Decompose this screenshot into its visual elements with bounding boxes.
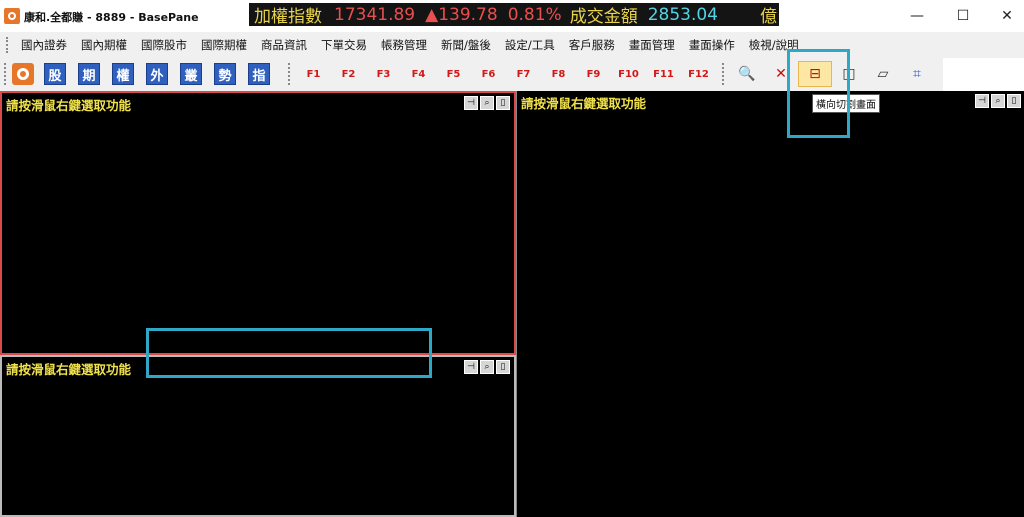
pane-title: 請按滑鼠右鍵選取功能 [6, 98, 132, 113]
f8-button[interactable]: F8 [541, 69, 576, 80]
f5-button[interactable]: F5 [436, 69, 471, 80]
pane-buttons: ⊣ ⌕ ▯ [973, 94, 1021, 108]
zoom-icon[interactable]: 🔍 [730, 61, 764, 87]
search-icon[interactable]: ⌕ [991, 94, 1005, 108]
menu-domestic-futures-options[interactable]: 國內期權 [74, 37, 134, 53]
window-title: 康和.全都賺 - 8889 - BasePane [24, 11, 199, 24]
toolbar-separator [288, 63, 292, 85]
crop-icon[interactable]: ⌗ [900, 61, 934, 87]
ticker-volume-value: 2853.04 [647, 4, 719, 25]
search-icon[interactable]: ⌕ [480, 96, 494, 110]
pin-icon[interactable]: ⊣ [975, 94, 989, 108]
menu-domestic-securities[interactable]: 國內證券 [14, 37, 74, 53]
pane-right[interactable]: 請按滑鼠右鍵選取功能 ⊣ ⌕ ▯ [516, 91, 1024, 517]
ticker-volume-unit: 億 [760, 7, 777, 27]
f2-button[interactable]: F2 [331, 69, 366, 80]
f7-button[interactable]: F7 [506, 69, 541, 80]
foreign-button[interactable]: 外 [146, 63, 168, 85]
maximize-pane-icon[interactable]: ▯ [496, 96, 510, 110]
pane-title: 請按滑鼠右鍵選取功能 [521, 96, 647, 111]
toolbar-grip[interactable] [4, 63, 8, 85]
cluster-button[interactable]: 叢 [180, 63, 202, 85]
futures-button[interactable]: 期 [78, 63, 100, 85]
toolbar-empty-area [943, 58, 1024, 91]
index-button[interactable]: 指 [248, 63, 270, 85]
minimize-button[interactable]: — [894, 0, 940, 32]
maximize-pane-icon[interactable]: ▯ [1007, 94, 1021, 108]
home-logo-icon[interactable] [12, 63, 34, 85]
toolbar-separator [722, 63, 726, 85]
trend-button[interactable]: 勢 [214, 63, 236, 85]
highlight-pane-splitter [146, 328, 432, 378]
f3-button[interactable]: F3 [366, 69, 401, 80]
ticker-change: ▲139.78 [425, 4, 498, 25]
ticker-volume-label: 成交金額 [569, 7, 638, 27]
ticker-change-pct: 0.81% [507, 4, 562, 25]
menu-order-trading[interactable]: 下單交易 [314, 37, 374, 53]
app-logo-icon [4, 8, 20, 24]
pane-buttons: ⊣ ⌕ ▯ [462, 360, 510, 374]
ticker-index-label: 加權指數 [254, 7, 322, 27]
menu-account-management[interactable]: 帳務管理 [374, 37, 434, 53]
menu-settings-tools[interactable]: 設定/工具 [498, 37, 562, 53]
menu-international-stocks[interactable]: 國際股市 [134, 37, 194, 53]
f1-button[interactable]: F1 [296, 69, 331, 80]
eraser-icon[interactable]: ▱ [866, 61, 900, 87]
search-icon[interactable]: ⌕ [480, 360, 494, 374]
toolbar: 股 期 權 外 叢 勢 指 F1 F2 F3 F4 F5 F6 F7 F8 F9… [0, 58, 1024, 91]
f6-button[interactable]: F6 [471, 69, 506, 80]
f4-button[interactable]: F4 [401, 69, 436, 80]
menu-screen-management[interactable]: 畫面管理 [622, 37, 682, 53]
pane-title: 請按滑鼠右鍵選取功能 [6, 362, 132, 377]
menu-grip[interactable] [6, 37, 10, 53]
close-window-button[interactable]: ✕ [984, 0, 1024, 32]
title-bar: 康和.全都賺 - 8889 - BasePane 加權指數 17341.89 ▲… [0, 0, 1024, 32]
options-button[interactable]: 權 [112, 63, 134, 85]
market-ticker: 加權指數 17341.89 ▲139.78 0.81% 成交金額 2853.04… [249, 3, 779, 27]
maximize-pane-icon[interactable]: ▯ [496, 360, 510, 374]
highlight-split-tool [787, 49, 850, 138]
f11-button[interactable]: F11 [646, 69, 681, 80]
f9-button[interactable]: F9 [576, 69, 611, 80]
menu-news-after-hours[interactable]: 新聞/盤後 [434, 37, 498, 53]
pin-icon[interactable]: ⊣ [464, 96, 478, 110]
menu-customer-service[interactable]: 客戶服務 [562, 37, 622, 53]
menu-screen-operation[interactable]: 畫面操作 [682, 37, 742, 53]
maximize-button[interactable]: ☐ [940, 0, 986, 32]
pane-buttons: ⊣ ⌕ ▯ [462, 96, 510, 110]
f12-button[interactable]: F12 [681, 69, 716, 80]
menu-bar: 國內證券 國內期權 國際股市 國際期權 商品資訊 下單交易 帳務管理 新聞/盤後… [0, 32, 1024, 58]
menu-international-futures-options[interactable]: 國際期權 [194, 37, 254, 53]
pane-top-left[interactable]: 請按滑鼠右鍵選取功能 ⊣ ⌕ ▯ [0, 91, 516, 355]
f10-button[interactable]: F10 [611, 69, 646, 80]
pane-bottom-left[interactable]: 請按滑鼠右鍵選取功能 ⊣ ⌕ ▯ [0, 355, 516, 517]
stock-button[interactable]: 股 [44, 63, 66, 85]
pin-icon[interactable]: ⊣ [464, 360, 478, 374]
menu-product-info[interactable]: 商品資訊 [254, 37, 314, 53]
ticker-index-value: 17341.89 [334, 4, 416, 25]
